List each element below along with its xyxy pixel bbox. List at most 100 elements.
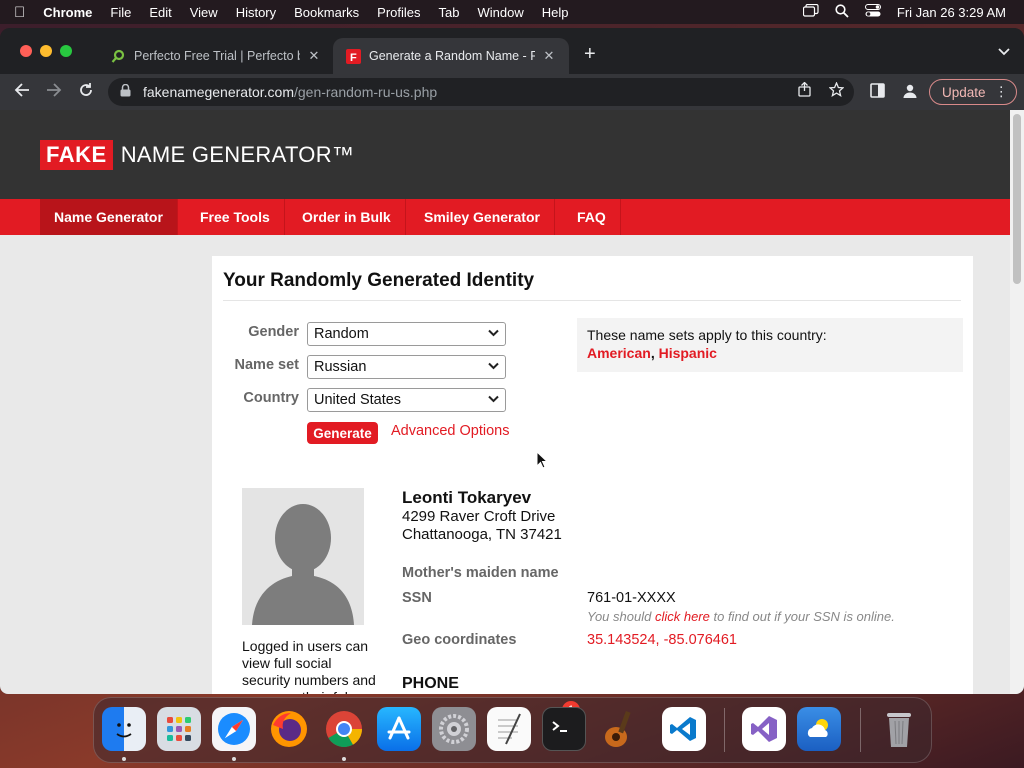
site-logo[interactable]: FAKE NAME GENERATOR™: [40, 140, 354, 170]
lock-icon[interactable]: [120, 83, 131, 100]
menu-window[interactable]: Window: [478, 5, 524, 20]
url-domain: fakenamegenerator.com: [143, 84, 294, 100]
identity-panel: Your Randomly Generated Identity Gender …: [212, 256, 973, 694]
gender-label: Gender: [248, 324, 299, 340]
login-note: Logged in users can view full social sec…: [242, 638, 376, 694]
page-scrollbar[interactable]: [1010, 110, 1024, 694]
generate-button[interactable]: Generate: [307, 422, 378, 444]
menu-help[interactable]: Help: [542, 5, 569, 20]
share-icon[interactable]: [798, 81, 811, 100]
chevron-down-icon: [488, 359, 499, 373]
nameset-info-box: These name sets apply to this country: A…: [577, 318, 963, 372]
site-nav: Name Generator Free Tools Order in Bulk …: [0, 199, 1010, 235]
nameset-select[interactable]: Russian: [307, 355, 506, 379]
reload-icon[interactable]: [76, 82, 96, 103]
nav-order-in-bulk[interactable]: Order in Bulk: [288, 199, 406, 235]
avatar: [242, 488, 364, 625]
menu-profiles[interactable]: Profiles: [377, 5, 420, 20]
launchpad-icon[interactable]: [157, 707, 201, 751]
firefox-icon[interactable]: [267, 707, 311, 751]
visual-studio-icon[interactable]: [742, 707, 786, 751]
country-select[interactable]: United States: [307, 388, 506, 412]
system-settings-icon[interactable]: [432, 707, 476, 751]
nav-smiley-generator[interactable]: Smiley Generator: [410, 199, 555, 235]
geo-label: Geo coordinates: [402, 632, 517, 648]
nav-name-generator[interactable]: Name Generator: [40, 199, 178, 235]
url-path: /gen-random-ru-us.php: [293, 84, 438, 100]
address-bar[interactable]: fakenamegenerator.com/gen-random-ru-us.p…: [108, 78, 854, 106]
tab-fake-name-generator[interactable]: F Generate a Random Name - Ra ✕: [333, 38, 569, 74]
safari-running-dot: [232, 757, 236, 761]
textedit-icon[interactable]: [487, 707, 531, 751]
profile-icon[interactable]: [902, 83, 918, 103]
chrome-icon[interactable]: [322, 707, 366, 751]
advanced-options-link[interactable]: Advanced Options: [391, 423, 510, 439]
ssn-click-here-link[interactable]: click here: [655, 609, 710, 624]
bookmark-star-icon[interactable]: [828, 81, 845, 100]
zoom-window-button[interactable]: [60, 45, 72, 57]
logo-fake: FAKE: [40, 140, 113, 170]
weather-icon[interactable]: [797, 707, 841, 751]
apple-menu-icon[interactable]: : [14, 4, 25, 21]
terminal-icon[interactable]: [542, 707, 586, 751]
menu-edit[interactable]: Edit: [149, 5, 171, 20]
nav-faq[interactable]: FAQ: [563, 199, 621, 235]
ssn-value: 761-01-XXXX: [587, 590, 676, 606]
mac-menu-bar:  Chrome File Edit View History Bookmark…: [0, 0, 1024, 24]
link-separator: ,: [650, 345, 659, 361]
nameset-label: Name set: [234, 357, 299, 373]
app-store-icon[interactable]: [377, 707, 421, 751]
vscode-icon[interactable]: [662, 707, 706, 751]
nav-free-tools[interactable]: Free Tools: [186, 199, 285, 235]
close-window-button[interactable]: [20, 45, 32, 57]
country-value: United States: [314, 392, 402, 408]
menu-view[interactable]: View: [190, 5, 218, 20]
logo-rest: NAME GENERATOR™: [120, 142, 355, 167]
scrollbar-thumb[interactable]: [1013, 114, 1021, 284]
menu-history[interactable]: History: [236, 5, 276, 20]
forward-arrow-icon[interactable]: [44, 82, 64, 103]
close-tab-icon[interactable]: ✕: [541, 48, 557, 64]
menu-clock[interactable]: Fri Jan 26 3:29 AM: [897, 5, 1006, 20]
close-tab-icon[interactable]: ✕: [306, 48, 322, 64]
back-arrow-icon[interactable]: [12, 82, 32, 103]
hispanic-link[interactable]: Hispanic: [659, 345, 717, 361]
american-link[interactable]: American: [587, 345, 651, 361]
spotlight-search-icon[interactable]: [835, 3, 849, 21]
tab-strip: Perfecto Free Trial | Perfecto by ✕ F Ge…: [0, 28, 1024, 74]
geo-value[interactable]: 35.143524, -85.076461: [587, 632, 737, 648]
nameset-value: Russian: [314, 359, 367, 375]
chevron-down-icon[interactable]: [998, 45, 1010, 59]
divider: [223, 300, 961, 301]
tab-title: Generate a Random Name - Ra: [369, 49, 535, 63]
trash-icon[interactable]: [877, 707, 921, 751]
gender-select[interactable]: Random: [307, 322, 506, 346]
ssn-label: SSN: [402, 590, 432, 606]
svg-text:F: F: [350, 52, 357, 64]
tab-perfecto[interactable]: Perfecto Free Trial | Perfecto by ✕: [98, 38, 334, 74]
phone-heading: PHONE: [402, 675, 459, 692]
finder-icon[interactable]: [102, 707, 146, 751]
more-menu-icon[interactable]: ⋮: [995, 84, 1009, 100]
menu-app-name[interactable]: Chrome: [43, 5, 92, 20]
control-center-icon[interactable]: [864, 4, 881, 20]
side-panel-icon[interactable]: [870, 83, 885, 102]
ssn-note-post: to find out if your SSN is online.: [709, 609, 895, 624]
new-tab-icon[interactable]: +: [584, 43, 596, 66]
screen-mirroring-icon[interactable]: [802, 3, 819, 20]
person-name: Leonti Tokaryev: [402, 488, 532, 507]
garageband-icon[interactable]: [597, 707, 641, 751]
browser-toolbar: fakenamegenerator.com/gen-random-ru-us.p…: [0, 74, 1024, 110]
update-button[interactable]: Update ⋮: [929, 79, 1017, 105]
chevron-down-icon: [488, 326, 499, 340]
menu-file[interactable]: File: [110, 5, 131, 20]
perfecto-icon: [110, 48, 126, 64]
web-page: FAKE NAME GENERATOR™ Name Generator Free…: [0, 110, 1010, 694]
page-title: Your Randomly Generated Identity: [223, 270, 535, 291]
safari-icon[interactable]: [212, 707, 256, 751]
menu-tab[interactable]: Tab: [439, 5, 460, 20]
menu-bookmarks[interactable]: Bookmarks: [294, 5, 359, 20]
mouse-cursor-icon: [536, 450, 549, 474]
minimize-window-button[interactable]: [40, 45, 52, 57]
nameset-info-text: These name sets apply to this country:: [587, 327, 827, 343]
